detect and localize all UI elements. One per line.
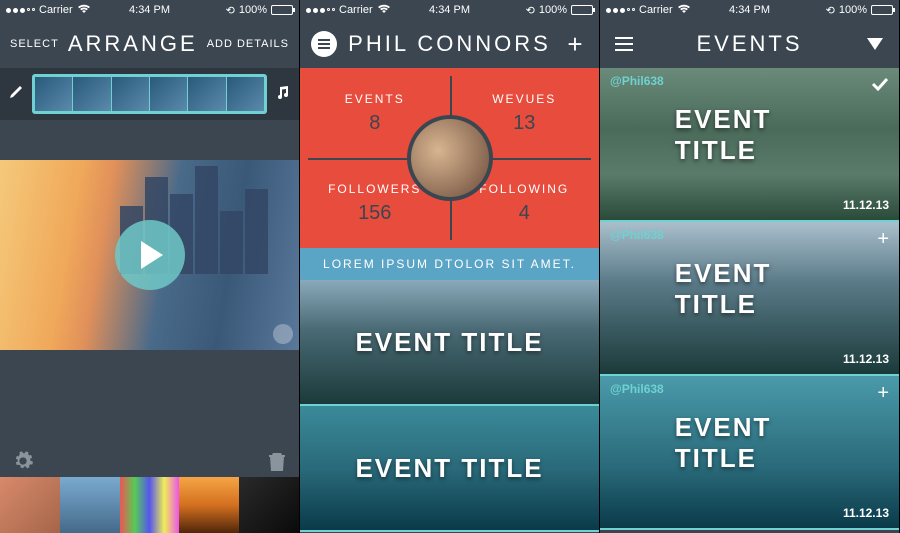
battery-percent-label: 100% bbox=[539, 4, 567, 16]
wifi-icon bbox=[377, 4, 391, 17]
hamburger-icon bbox=[615, 37, 633, 51]
trash-icon[interactable] bbox=[267, 450, 287, 477]
thumbnail-row bbox=[0, 477, 299, 533]
nav-header: PHIL CONNORS + bbox=[300, 20, 599, 68]
battery-percent-label: 100% bbox=[839, 4, 867, 16]
stat-value: 4 bbox=[519, 202, 530, 225]
battery-icon bbox=[271, 5, 293, 15]
triangle-down-icon bbox=[867, 38, 883, 50]
orientation-lock-icon: ⟲ bbox=[826, 4, 835, 17]
page-title: EVENTS bbox=[696, 31, 802, 57]
signal-dots-icon bbox=[606, 8, 635, 13]
nav-header: EVENTS bbox=[600, 20, 899, 68]
carrier-label: Carrier bbox=[339, 4, 373, 16]
screen-events: Carrier 4:34 PM ⟲ 100% EVENTS @Phil638 EV… bbox=[600, 0, 900, 533]
signal-dots-icon bbox=[306, 8, 335, 13]
add-button[interactable]: + bbox=[561, 30, 589, 58]
music-icon[interactable] bbox=[275, 84, 291, 105]
bottom-toolbar bbox=[0, 450, 299, 477]
battery-icon bbox=[571, 5, 593, 15]
filmstrip-bar bbox=[0, 68, 299, 120]
clock-label: 4:34 PM bbox=[429, 4, 470, 16]
thumbnail[interactable] bbox=[120, 477, 180, 533]
video-preview[interactable] bbox=[0, 160, 299, 350]
plus-icon[interactable]: + bbox=[877, 228, 889, 251]
status-bar: Carrier 4:34 PM ⟲ 100% bbox=[300, 0, 599, 20]
avatar[interactable] bbox=[407, 115, 493, 201]
thumbnail[interactable] bbox=[239, 477, 299, 533]
event-card[interactable]: @Phil638 + EVENT TITLE 11.12.13 bbox=[600, 376, 899, 530]
thumbnail[interactable] bbox=[179, 477, 239, 533]
orientation-lock-icon: ⟲ bbox=[526, 4, 535, 17]
carrier-label: Carrier bbox=[639, 4, 673, 16]
add-details-button[interactable]: ADD DETAILS bbox=[207, 38, 289, 50]
event-card[interactable]: @Phil638 EVENT TITLE 11.12.13 bbox=[600, 68, 899, 222]
play-icon bbox=[141, 241, 163, 269]
battery-percent-label: 100% bbox=[239, 4, 267, 16]
check-icon[interactable] bbox=[871, 74, 889, 97]
play-button[interactable] bbox=[115, 220, 185, 290]
thumbnail[interactable] bbox=[0, 477, 60, 533]
thumbnail[interactable] bbox=[60, 477, 120, 533]
stat-value: 156 bbox=[358, 202, 391, 225]
filter-button[interactable] bbox=[861, 30, 889, 58]
stat-label: WEVUES bbox=[492, 92, 556, 106]
event-date: 11.12.13 bbox=[843, 506, 889, 520]
menu-button[interactable] bbox=[310, 30, 338, 58]
stat-label: FOLLOWERS bbox=[328, 182, 421, 196]
bio-text: LOREM IPSUM DTOLOR SIT AMET. bbox=[300, 248, 599, 280]
event-card[interactable]: EVENT TITLE bbox=[300, 280, 599, 406]
page-title: PHIL CONNORS bbox=[348, 31, 551, 57]
signal-dots-icon bbox=[6, 8, 35, 13]
plus-icon[interactable]: + bbox=[877, 382, 889, 405]
page-title: ARRANGE bbox=[68, 31, 198, 57]
event-title: EVENT TITLE bbox=[675, 258, 825, 320]
orientation-lock-icon: ⟲ bbox=[226, 4, 235, 17]
menu-button[interactable] bbox=[610, 30, 638, 58]
user-handle: @Phil638 bbox=[610, 74, 664, 88]
event-title: EVENT TITLE bbox=[675, 104, 825, 166]
stat-value: 13 bbox=[513, 112, 535, 135]
gear-icon[interactable] bbox=[12, 450, 34, 477]
user-handle: @Phil638 bbox=[610, 228, 664, 242]
clock-label: 4:34 PM bbox=[729, 4, 770, 16]
hamburger-icon bbox=[311, 31, 337, 57]
screen-arrange: Carrier 4:34 PM ⟲ 100% SELECT ARRANGE AD… bbox=[0, 0, 300, 533]
select-button[interactable]: SELECT bbox=[10, 38, 59, 50]
clip-strip[interactable] bbox=[32, 74, 267, 114]
user-handle: @Phil638 bbox=[610, 382, 664, 396]
event-card[interactable]: EVENT TITLE bbox=[300, 406, 599, 532]
screen-profile: Carrier 4:34 PM ⟲ 100% PHIL CONNORS + EVE… bbox=[300, 0, 600, 533]
event-card[interactable]: @Phil638 + EVENT TITLE 11.12.13 bbox=[600, 222, 899, 376]
status-bar: Carrier 4:34 PM ⟲ 100% bbox=[600, 0, 899, 20]
carrier-label: Carrier bbox=[39, 4, 73, 16]
event-date: 11.12.13 bbox=[843, 352, 889, 366]
event-title: EVENT TITLE bbox=[675, 412, 825, 474]
stat-label: FOLLOWING bbox=[479, 182, 569, 196]
pencil-icon[interactable] bbox=[8, 84, 24, 105]
stat-value: 8 bbox=[369, 112, 380, 135]
battery-icon bbox=[871, 5, 893, 15]
stats-grid: EVENTS 8 WEVUES 13 FOLLOWERS 156 FOLLOWI… bbox=[300, 68, 599, 248]
event-title: EVENT TITLE bbox=[355, 453, 543, 484]
event-date: 11.12.13 bbox=[843, 198, 889, 212]
nav-header: SELECT ARRANGE ADD DETAILS bbox=[0, 20, 299, 68]
wifi-icon bbox=[77, 4, 91, 17]
plus-icon: + bbox=[567, 29, 582, 60]
expand-icon[interactable] bbox=[273, 324, 293, 344]
stat-label: EVENTS bbox=[345, 92, 405, 106]
clock-label: 4:34 PM bbox=[129, 4, 170, 16]
event-title: EVENT TITLE bbox=[355, 327, 543, 358]
status-bar: Carrier 4:34 PM ⟲ 100% bbox=[0, 0, 299, 20]
wifi-icon bbox=[677, 4, 691, 17]
